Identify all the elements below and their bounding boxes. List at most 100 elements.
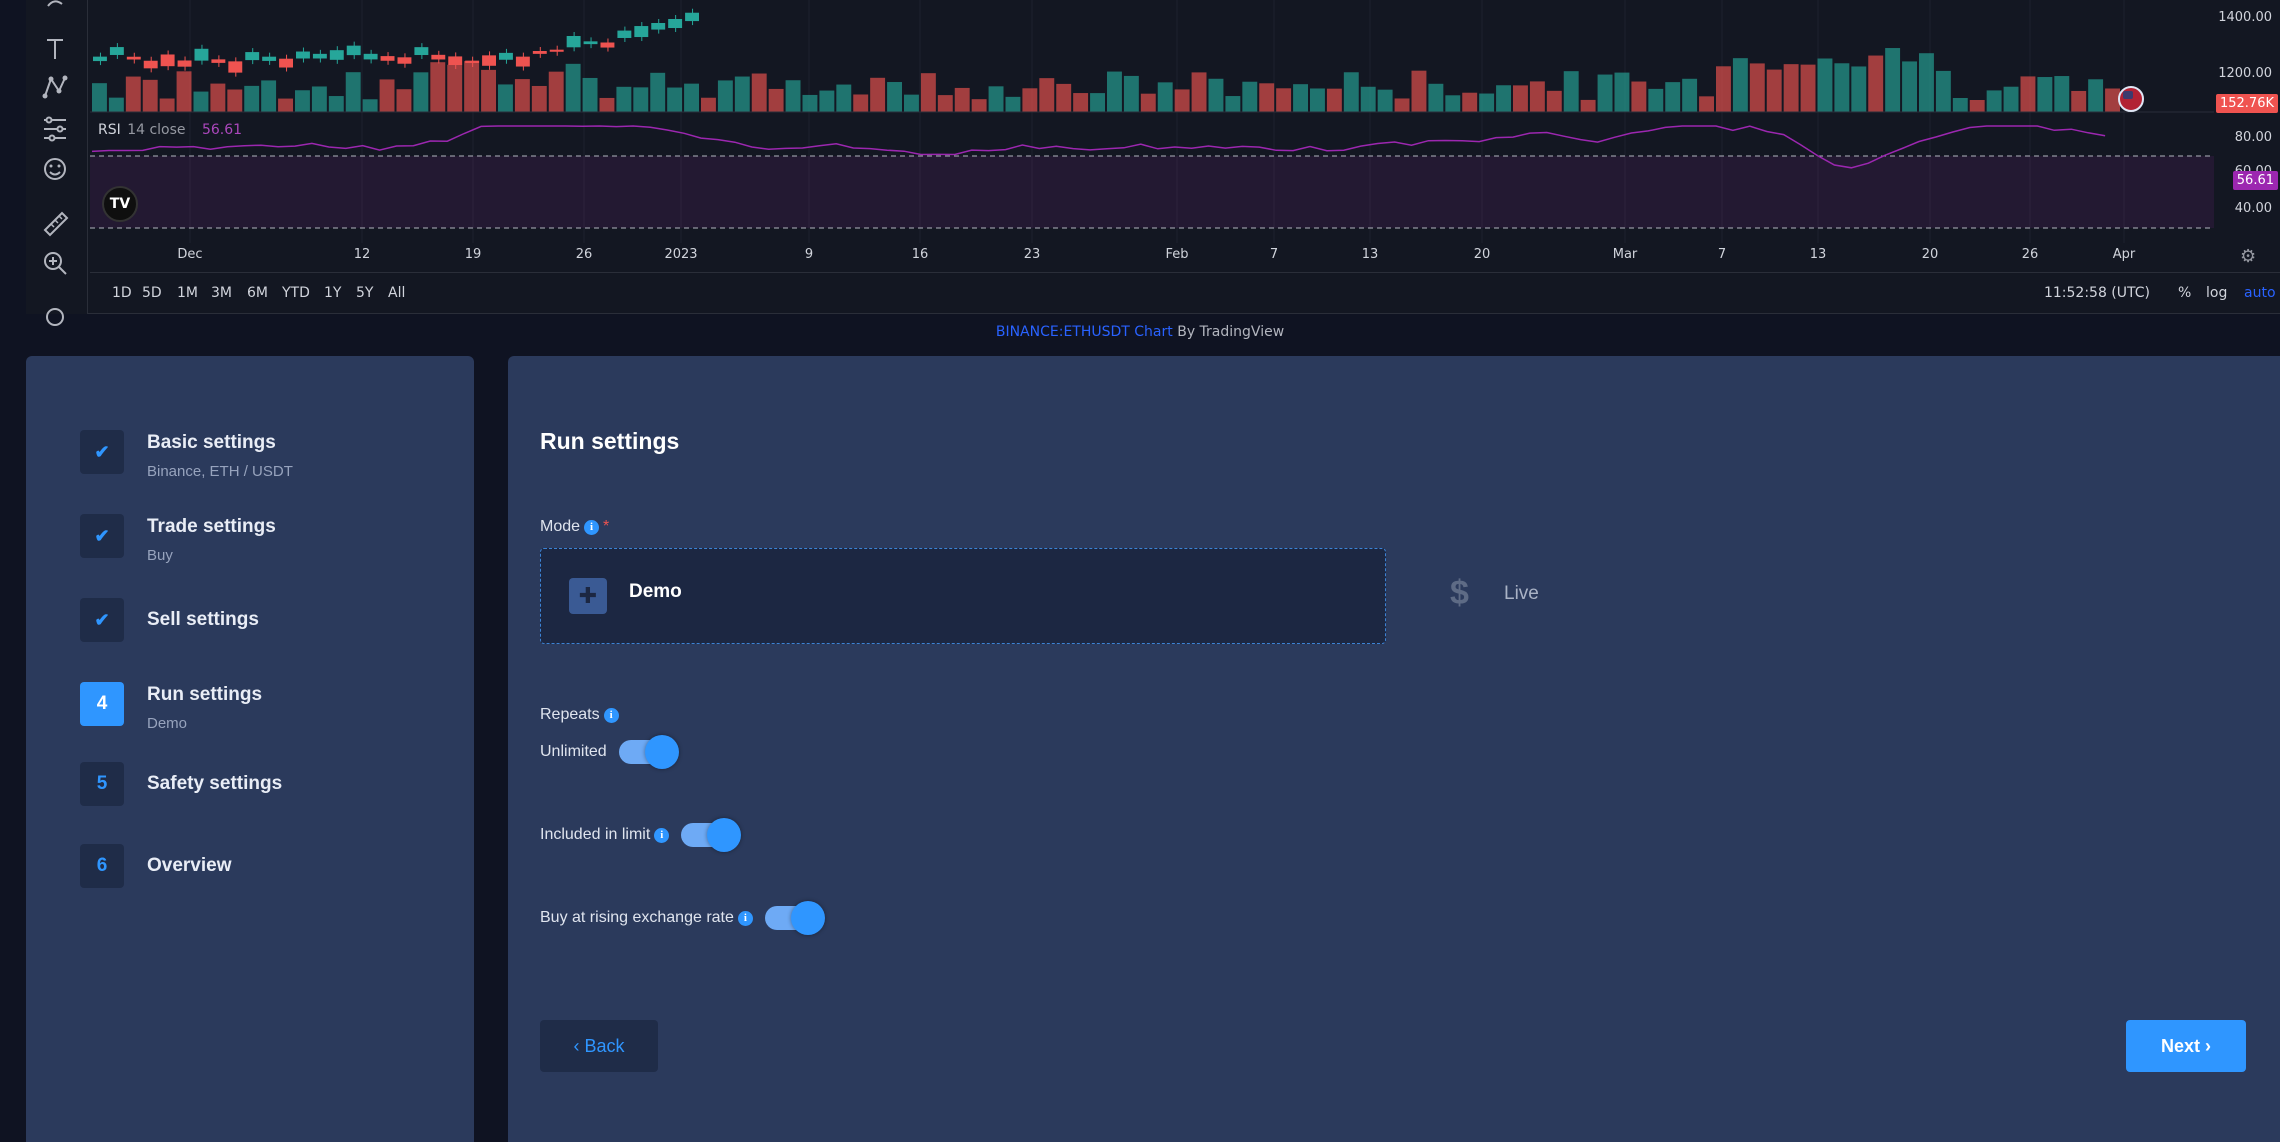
price-chart[interactable]	[90, 0, 2214, 272]
info-icon[interactable]: i	[654, 827, 670, 843]
text-icon[interactable]	[40, 34, 70, 64]
candle-body	[363, 53, 378, 60]
log-scale-toggle[interactable]: log	[2206, 285, 2227, 301]
volume-bar	[1157, 82, 1173, 112]
step-marker: 4	[80, 682, 124, 726]
volume-bar	[464, 61, 480, 112]
step-marker: ✔	[80, 430, 124, 474]
candle-body	[600, 42, 615, 48]
volume-bar	[1394, 98, 1410, 112]
volume-bar	[1276, 88, 1292, 112]
range-button-1d[interactable]: 1D	[112, 285, 132, 301]
volume-bar	[227, 89, 243, 112]
auto-scale-toggle[interactable]: auto	[2244, 285, 2276, 301]
candle-body	[583, 41, 598, 45]
time-tick: 26	[575, 247, 593, 262]
step-subtitle: Buy	[147, 547, 173, 564]
candle-body	[617, 30, 632, 38]
chart-settings-icon[interactable]: ⚙	[2240, 246, 2256, 267]
candle-body	[143, 60, 158, 69]
forecast-icon[interactable]	[40, 114, 70, 144]
volume-bar	[988, 86, 1004, 112]
brush-icon[interactable]	[40, 0, 70, 22]
time-tick: 20	[1921, 247, 1939, 262]
volume-bar	[142, 79, 158, 112]
dollar-icon: $	[1450, 574, 1469, 612]
volume-bar	[1377, 89, 1393, 112]
unlimited-toggle[interactable]	[618, 735, 679, 769]
range-button-1m[interactable]: 1M	[177, 285, 198, 301]
candle-body	[228, 61, 243, 73]
volume-bar	[498, 84, 513, 112]
range-button-5y[interactable]: 5Y	[356, 285, 373, 301]
range-button-5d[interactable]: 5D	[142, 285, 162, 301]
next-button[interactable]: Next ›	[2126, 1020, 2246, 1072]
volume-bar	[937, 95, 953, 112]
info-icon[interactable]: i	[584, 519, 600, 535]
step-title: Sell settings	[147, 609, 259, 630]
volume-bar	[176, 71, 192, 112]
time-axis[interactable]: Dec 12 19 26 2023 9 16 23 Feb 7 13 20 Ma…	[90, 243, 2214, 269]
buy-at-rising-rate-toggle[interactable]	[764, 901, 825, 935]
pattern-icon[interactable]	[40, 72, 70, 102]
range-button-6m[interactable]: 6M	[247, 285, 268, 301]
volume-bar	[1614, 72, 1630, 112]
volume-bar	[1326, 88, 1342, 112]
time-tick: Feb	[1165, 247, 1189, 262]
volume-bar	[2054, 76, 2070, 112]
rsi-params: 14 close	[127, 122, 186, 138]
step-marker: ✔	[80, 598, 124, 642]
candle-body	[279, 58, 293, 68]
included-in-limit-toggle[interactable]	[681, 818, 742, 852]
info-icon[interactable]: i	[603, 707, 619, 723]
volume-bar	[1919, 53, 1934, 112]
range-button-1y[interactable]: 1Y	[324, 285, 341, 301]
step-title: Basic settings	[147, 432, 276, 453]
volume-bar	[565, 63, 581, 112]
mode-option-demo[interactable]: ✚ Demo	[540, 548, 1386, 644]
volume-tag: 152.76K	[2215, 94, 2278, 113]
volume-bar	[1039, 78, 1055, 112]
volume-bar	[531, 85, 547, 112]
symbol-link[interactable]: BINANCE:ETHUSDT Chart	[996, 324, 1173, 340]
price-axis[interactable]: 1400.00 1200.00 152.76K 80.00 60.00 56.6…	[2214, 0, 2280, 272]
utc-clock[interactable]: 11:52:58 (UTC)	[2044, 285, 2150, 301]
volume-bar	[1174, 89, 1190, 112]
us-flag-icon[interactable]	[2118, 86, 2144, 112]
volume-bar	[1140, 93, 1156, 112]
volume-bar	[430, 62, 446, 112]
range-button-3m[interactable]: 3M	[211, 285, 232, 301]
volume-bar	[261, 80, 277, 112]
ruler-icon[interactable]	[40, 208, 70, 238]
volume-bar	[599, 97, 615, 112]
volume-bar	[751, 73, 767, 112]
time-tick: 2023	[664, 247, 698, 262]
zoom-in-icon[interactable]	[40, 248, 70, 278]
volume-bar	[768, 88, 784, 112]
emoji-icon[interactable]	[40, 154, 70, 184]
range-button-all[interactable]: All	[388, 285, 405, 301]
volume-bar	[616, 86, 632, 112]
volume-bar	[785, 80, 801, 112]
volume-bar	[1580, 99, 1596, 112]
volume-bar	[819, 90, 835, 112]
mode-option-live[interactable]: $ Live	[1416, 548, 1816, 644]
info-icon[interactable]: i	[737, 910, 753, 926]
rsi-legend[interactable]: RSI 14 close 56.61	[98, 122, 242, 138]
volume-bar	[1648, 88, 1664, 112]
percent-scale-toggle[interactable]: %	[2178, 285, 2191, 301]
chevron-left-icon: ‹	[573, 1035, 580, 1056]
volume-bar	[210, 83, 226, 112]
candle-body	[211, 59, 226, 63]
volume-bar	[311, 86, 327, 112]
volume-bar	[108, 97, 124, 112]
volume-bar	[2071, 90, 2087, 112]
range-button-ytd[interactable]: YTD	[282, 285, 310, 301]
back-button[interactable]: ‹ Back	[540, 1020, 658, 1072]
candle-body	[296, 51, 310, 59]
chart-widget: RSI 14 close 56.61 TV 1400.00 1200.00 15…	[26, 0, 2280, 326]
step-marker: 6	[80, 844, 124, 888]
tradingview-logo[interactable]: TV	[102, 186, 138, 222]
buy-at-rising-rate-row: Buy at rising exchange rate i	[540, 901, 825, 935]
volume-bar	[1732, 58, 1748, 112]
